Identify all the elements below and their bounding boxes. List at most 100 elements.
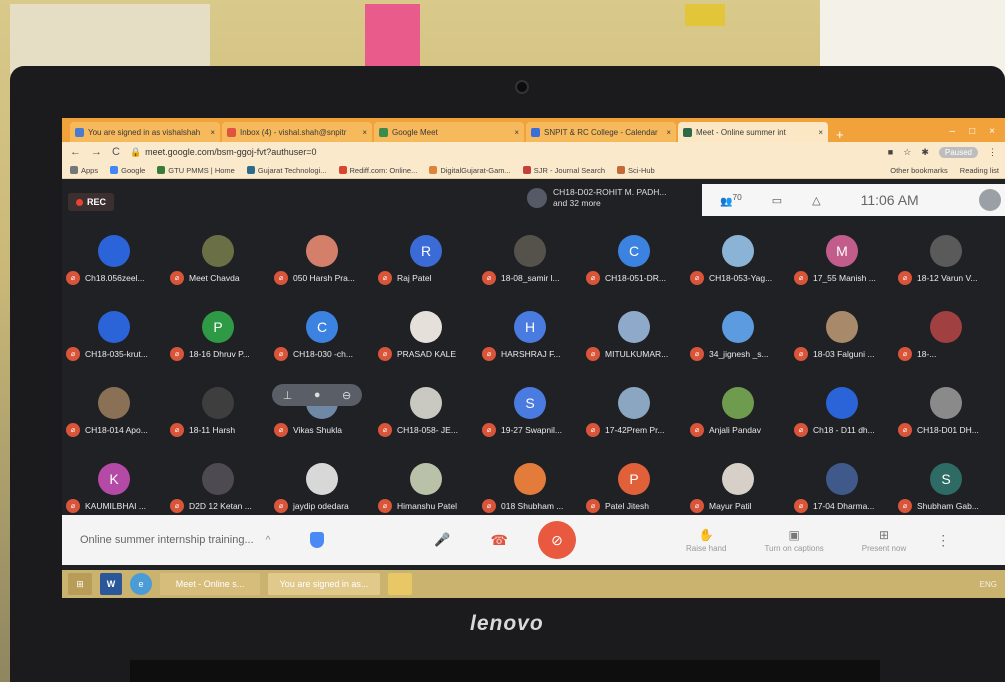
close-window-icon[interactable]: × (989, 126, 995, 137)
participant-tile[interactable]: ⌀ 18-... (894, 311, 998, 381)
bookmark-item[interactable]: Google (110, 166, 145, 175)
more-icon[interactable]: ⋮ (936, 532, 950, 549)
participant-avatar (930, 235, 962, 267)
participant-tile[interactable]: ⌀ 18-08_samir l... (478, 235, 582, 305)
bookmark-item[interactable]: Apps (70, 166, 98, 175)
participant-tile[interactable]: C ⌀ CH18-051-DR... (582, 235, 686, 305)
taskbar-chrome-meet[interactable]: Meet - Online s... (160, 573, 260, 595)
participant-tile[interactable]: ⌀ CH18-014 Apo... (62, 387, 166, 457)
tab-label: Google Meet (392, 127, 438, 137)
meeting-title[interactable]: Online summer internship training... (80, 534, 254, 546)
participant-tile[interactable]: R ⌀ Raj Patel (374, 235, 478, 305)
bookmark-folder[interactable]: Reading list (960, 166, 999, 175)
forward-button[interactable]: → (91, 146, 102, 158)
tray-lang: ENG (979, 579, 997, 589)
participant-tile[interactable]: ⌀ Ch18.056zeel... (62, 235, 166, 305)
reload-button[interactable]: C (112, 146, 120, 158)
participant-tile[interactable]: ⌀ 050 Harsh Pra... (270, 235, 374, 305)
participant-tile[interactable]: ⌀ CH18-D01 DH... (894, 387, 998, 457)
maximize-icon[interactable]: □ (969, 126, 975, 137)
close-tab-icon[interactable]: × (662, 128, 671, 137)
ie-icon[interactable]: e (130, 573, 152, 595)
tab-0[interactable]: You are signed in as vishalshah × (70, 122, 220, 142)
activities-icon[interactable]: △ (812, 194, 820, 207)
participant-tile[interactable]: M ⌀ 17_55 Manish ... (790, 235, 894, 305)
participant-tile[interactable]: ⌀ CH18-053-Yag... (686, 235, 790, 305)
bookmark-item[interactable]: DigitalGujarat-Gam... (429, 166, 511, 175)
favicon-icon (531, 127, 540, 137)
participant-tile[interactable]: ⌀ 34_jignesh _s... (686, 311, 790, 381)
participant-avatar (930, 387, 962, 419)
tab-4[interactable]: Meet - Online summer int × (678, 122, 828, 142)
participant-tile[interactable]: C ⌀ CH18-030 -ch... (270, 311, 374, 381)
participant-tile[interactable]: ⌀ Ch18 - D11 dh... (790, 387, 894, 457)
close-tab-icon[interactable]: × (510, 128, 519, 137)
participant-tile[interactable]: ⌀ CH18-058- JE... (374, 387, 478, 457)
window-controls[interactable]: – □ × (950, 126, 1005, 142)
participant-tile[interactable]: ⌀ 18-03 Falguni ... (790, 311, 894, 381)
participant-tile[interactable]: P ⌀ 18-16 Dhruv P... (166, 311, 270, 381)
mic-muted-icon: ⌀ (690, 499, 704, 513)
chat-icon[interactable]: ▭ (772, 194, 782, 207)
profile-paused-badge[interactable]: Paused (938, 146, 978, 158)
remove-icon[interactable]: ⊖ (342, 389, 351, 402)
tab-1[interactable]: Inbox (4) - vishal.shah@snpitr × (222, 122, 372, 142)
participant-name: jaydip odedara (293, 501, 349, 511)
participant-tile[interactable]: ⌀ Meet Chavda (166, 235, 270, 305)
close-tab-icon[interactable]: × (206, 128, 215, 137)
people-button[interactable]: 👥70 (720, 192, 742, 207)
bookmark-folder[interactable]: Other bookmarks (890, 166, 948, 175)
back-button[interactable]: ← (70, 146, 81, 158)
pin-icon[interactable]: ⊥ (283, 389, 293, 402)
url-input[interactable]: meet.google.com/bsm-ggoj-fvt?authuser=0 (145, 147, 316, 157)
word-icon[interactable]: W (100, 573, 122, 595)
bookmark-item[interactable]: GTU PMMS | Home (157, 166, 235, 175)
bookmark-item[interactable]: SJR - Journal Search (522, 166, 605, 175)
hang-up-button[interactable]: ☎ (491, 532, 508, 549)
more-options-icon[interactable]: ● (314, 389, 321, 401)
participant-tile[interactable]: ⌀ 18-11 Harsh (166, 387, 270, 457)
participant-tile[interactable]: ⌀ 17-42Prem Pr... (582, 387, 686, 457)
tab-label: Meet - Online summer int (696, 127, 786, 137)
participant-label: ⌀ CH18-058- JE... (378, 423, 478, 437)
participant-avatar (930, 311, 962, 343)
bookmark-item[interactable]: Sci-Hub (617, 166, 655, 175)
camera-off-button[interactable]: ⊘ (537, 521, 576, 559)
mic-muted-icon: ⌀ (378, 499, 392, 513)
taskbar-chrome-2[interactable]: You are signed in as... (268, 573, 380, 595)
folder-icon[interactable] (388, 573, 412, 595)
star-icon[interactable]: ☆ (903, 147, 911, 158)
chevron-up-icon[interactable]: ^ (266, 535, 271, 546)
participant-avatar (202, 235, 234, 267)
minimize-icon[interactable]: – (950, 126, 956, 137)
tab-3[interactable]: SNPIT & RC College - Calendar × (526, 122, 676, 142)
raise-hand-button[interactable]: ✋ Raise hand (686, 528, 726, 553)
participant-tile[interactable]: S ⌀ 19-27 Swapnil... (478, 387, 582, 457)
extension-icon[interactable]: ✱ (921, 147, 929, 158)
bookmarks-bar: Apps Google GTU PMMS | Home Gujarat Technol… (62, 162, 1005, 179)
close-tab-icon[interactable]: × (358, 128, 367, 137)
participant-tile[interactable]: ⌀ Anjali Pandav (686, 387, 790, 457)
participant-tile[interactable]: ⌀ MITULKUMAR... (582, 311, 686, 381)
participant-tile[interactable]: ⌀ 18-12 Varun V... (894, 235, 998, 305)
windows-start-icon[interactable]: ⊞ (68, 573, 92, 595)
participant-tile[interactable]: ⌀ PRASAD KALE (374, 311, 478, 381)
window (820, 0, 1005, 75)
bookmark-item[interactable]: Rediff.com: Online... (338, 166, 417, 175)
tile-hover-controls[interactable]: ⊥ ● ⊖ (272, 384, 362, 406)
close-tab-icon[interactable]: × (814, 128, 823, 137)
tab-2[interactable]: Google Meet × (374, 122, 524, 142)
bookmark-item[interactable]: Gujarat Technologi... (246, 166, 327, 175)
participant-tile[interactable]: ⌀ CH18-035-krut... (62, 311, 166, 381)
mic-button[interactable]: 🎤 (434, 532, 450, 548)
participant-tile[interactable]: H ⌀ HARSHRAJ F... (478, 311, 582, 381)
mic-muted-icon: ⌀ (482, 271, 496, 285)
menu-icon[interactable]: ⋮ (988, 147, 997, 158)
new-tab-button[interactable]: + (836, 127, 844, 142)
mic-muted-icon: ⌀ (586, 499, 600, 513)
mic-muted-icon: ⌀ (586, 271, 600, 285)
present-now-button[interactable]: ⊞ Present now (862, 528, 906, 553)
camera-icon[interactable]: ■ (888, 147, 893, 157)
shield-icon[interactable] (310, 532, 325, 548)
captions-button[interactable]: ▣ Turn on captions (764, 528, 823, 553)
